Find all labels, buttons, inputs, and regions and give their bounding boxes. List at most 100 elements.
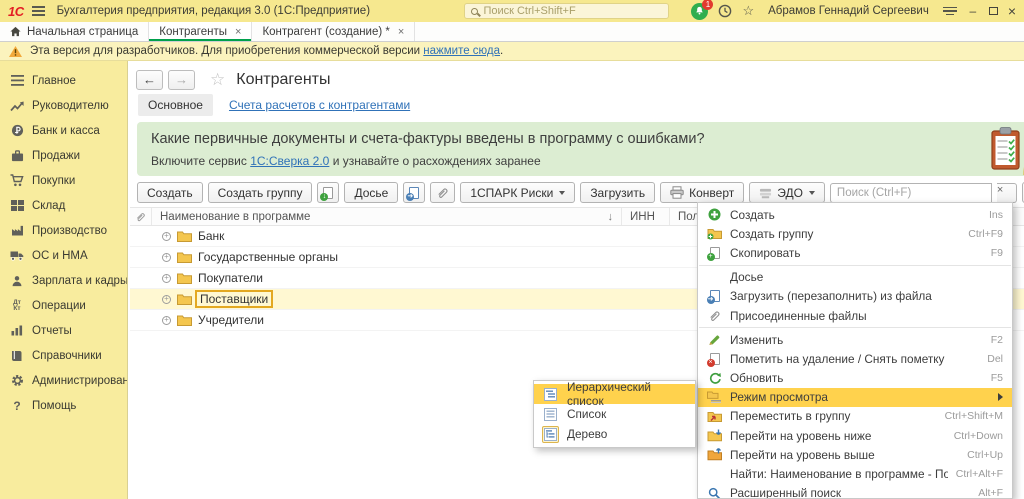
favorites-star-icon[interactable]: ☆ [742,3,754,19]
attachment-column-header[interactable] [130,208,152,225]
name-column-header[interactable]: Наименование в программе ↓ [152,208,622,225]
dossier-button[interactable]: Досье [344,182,398,203]
banner-title: Какие первичные документы и счета-фактур… [151,131,1024,147]
window-title: Бухгалтерия предприятия, редакция 3.0 (1… [57,5,370,17]
sidebar-item-fixed-assets[interactable]: ОС и НМА [0,243,127,268]
service-menu-icon[interactable] [943,7,957,16]
selected-cell: Поставщики [195,290,273,308]
sidebar-item-salary-hr[interactable]: Зарплата и кадры [0,268,127,293]
view-mode-submenu: Иерархический список Список Дерево [533,380,696,448]
main-menu-icon[interactable] [32,6,45,16]
menu-item-load-from-file[interactable]: ➜ Загрузить (перезаполнить) из файла [698,287,1012,306]
list-icon [542,406,559,423]
minimize-button[interactable]: – [967,4,979,18]
inn-column-header[interactable]: ИНН [622,208,670,225]
dtkt-icon: ДтКт [9,300,25,312]
maximize-button[interactable] [989,7,998,15]
paperclip-icon [707,309,722,323]
menu-icon [9,75,25,86]
page-title: Контрагенты [236,71,330,89]
sidebar-item-sales[interactable]: Продажи [0,143,127,168]
clear-search-button[interactable]: × [997,183,1017,203]
create-group-button[interactable]: Создать группу [208,182,313,203]
sidebar-item-operations[interactable]: ДтКт Операции [0,293,127,318]
close-tab-icon[interactable]: × [235,26,241,38]
expand-icon[interactable] [162,295,171,304]
menu-item-refresh[interactable]: Обновить F5 [698,369,1012,388]
expand-icon[interactable] [162,316,171,325]
menu-item-dossier[interactable]: Досье [698,268,1012,287]
load-from-file-button[interactable]: ➜ [403,182,425,203]
expand-icon[interactable] [162,274,171,283]
menu-item-attached-files[interactable]: Присоединенные файлы [698,306,1012,325]
person-icon [9,275,25,287]
folder-up-icon [707,448,722,461]
menu-separator [699,327,1011,328]
folder-down-icon [707,429,722,442]
cart-icon [9,174,25,187]
sverka-link[interactable]: 1С:Сверка 2.0 [250,154,329,168]
edo-button[interactable]: ЭДО [749,182,825,203]
menu-item-find[interactable]: Найти: Наименование в программе - Постав… [698,464,1012,483]
page-tab-settlement-accounts[interactable]: Счета расчетов с контрагентами [229,98,410,112]
back-button[interactable]: ← [136,70,163,90]
sidebar-item-administration[interactable]: Администрирование [0,368,127,393]
menu-item-create-group[interactable]: Создать группу Ctrl+F9 [698,224,1012,243]
menu-item-create[interactable]: Создать Ins [698,205,1012,224]
forward-button[interactable]: → [168,70,195,90]
warning-icon [9,46,22,57]
write-dossier-button[interactable]: ↓ [317,182,339,203]
paperclip-icon [436,186,449,200]
create-button[interactable]: Создать [137,182,203,203]
sidebar-item-references[interactable]: Справочники [0,343,127,368]
sidebar-item-bank-cash[interactable]: Банк и касса [0,118,127,143]
search-icon [471,8,478,15]
sidebar-item-reports[interactable]: Отчеты [0,318,127,343]
sidebar-item-warehouse[interactable]: Склад [0,193,127,218]
tab-home[interactable]: Начальная страница [0,22,149,41]
menu-item-view-mode[interactable]: Режим просмотра [698,388,1012,407]
load-button[interactable]: Загрузить [580,182,655,203]
buy-license-link[interactable]: нажмите сюда [423,45,500,57]
close-tab-icon[interactable]: × [398,26,404,38]
page-tab-main[interactable]: Основное [138,94,213,116]
sidebar-item-main[interactable]: Главное [0,68,127,93]
close-window-button[interactable]: × [1008,3,1016,19]
doc-green-icon: ↓ [323,187,333,199]
menu-item-level-up[interactable]: Перейти на уровень выше Ctrl+Up [698,445,1012,464]
sections-sidebar: Главное Руководителю Банк и касса Продаж… [0,61,127,499]
submenu-item-hierarchical-list[interactable]: Иерархический список [534,384,695,404]
tab-contractors[interactable]: Контрагенты × [149,22,252,41]
menu-item-advanced-search[interactable]: Расширенный поиск Alt+F [698,484,1012,499]
menu-item-mark-deletion[interactable]: × Пометить на удаление / Снять пометку D… [698,349,1012,368]
pencil-icon [707,333,722,346]
page-tab-bar: Основное Счета расчетов с контрагентами [128,92,1024,118]
submenu-item-tree[interactable]: Дерево [534,424,695,444]
sidebar-item-production[interactable]: Производство [0,218,127,243]
list-search-input[interactable] [830,183,992,203]
global-search-input[interactable]: Поиск Ctrl+Shift+F [464,3,669,19]
folder-icon [177,230,192,242]
doc-delete-icon: × [707,353,722,365]
menu-item-level-down[interactable]: Перейти на уровень ниже Ctrl+Down [698,426,1012,445]
menu-item-copy[interactable]: + Скопировать F9 [698,243,1012,262]
attached-files-button[interactable] [430,182,455,203]
1c-logo: 1С [8,4,24,19]
menu-item-edit[interactable]: Изменить F2 [698,330,1012,349]
spark-risks-button[interactable]: 1СПАРК Риски [460,182,575,203]
search-icon [707,487,722,499]
tab-contractor-new[interactable]: Контрагент (создание) * × [252,22,415,41]
envelope-button[interactable]: Конверт [660,182,744,203]
notifications-bell-icon[interactable]: 1 [691,3,708,20]
expand-icon[interactable] [162,232,171,241]
sidebar-item-help[interactable]: ? Помощь [0,393,127,418]
application-window: 1С Бухгалтерия предприятия, редакция 3.0… [0,0,1024,499]
add-to-favorites-star-icon[interactable]: ☆ [210,70,225,90]
sidebar-item-manager[interactable]: Руководителю [0,93,127,118]
current-user[interactable]: Абрамов Геннадий Сергеевич [768,5,929,17]
history-icon[interactable] [718,4,732,18]
expand-icon[interactable] [162,253,171,262]
sidebar-item-purchases[interactable]: Покупки [0,168,127,193]
menu-item-move-to-group[interactable]: Переместить в группу Ctrl+Shift+M [698,407,1012,426]
submenu-arrow-icon [998,393,1003,401]
